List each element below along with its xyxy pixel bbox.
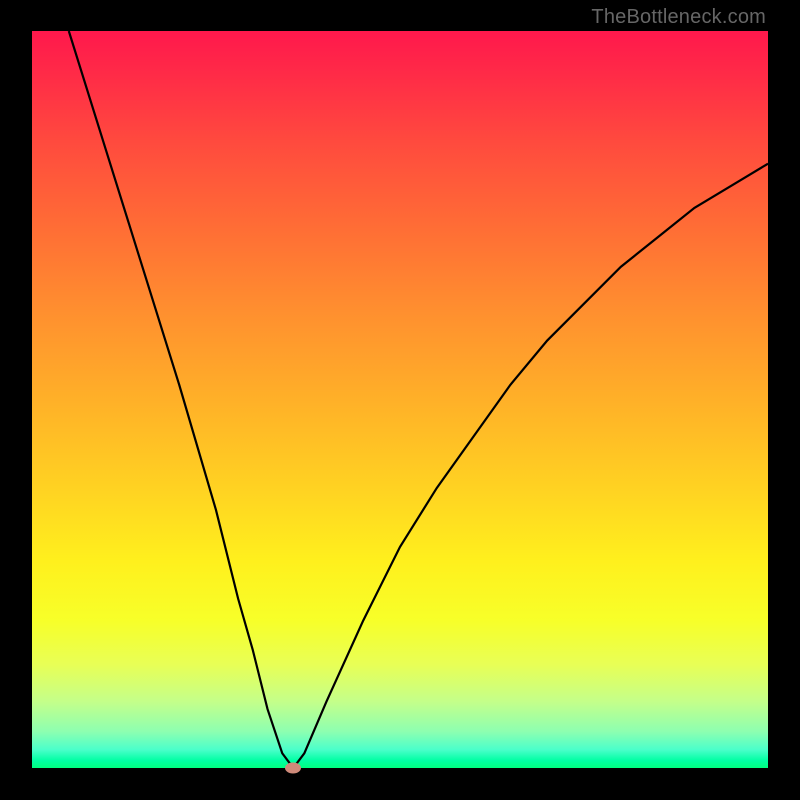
watermark-text: TheBottleneck.com [591,6,766,29]
bottleneck-curve [32,31,768,768]
plot-area [32,31,768,768]
chart-frame: TheBottleneck.com [0,0,800,800]
optimal-point-marker [285,763,301,774]
